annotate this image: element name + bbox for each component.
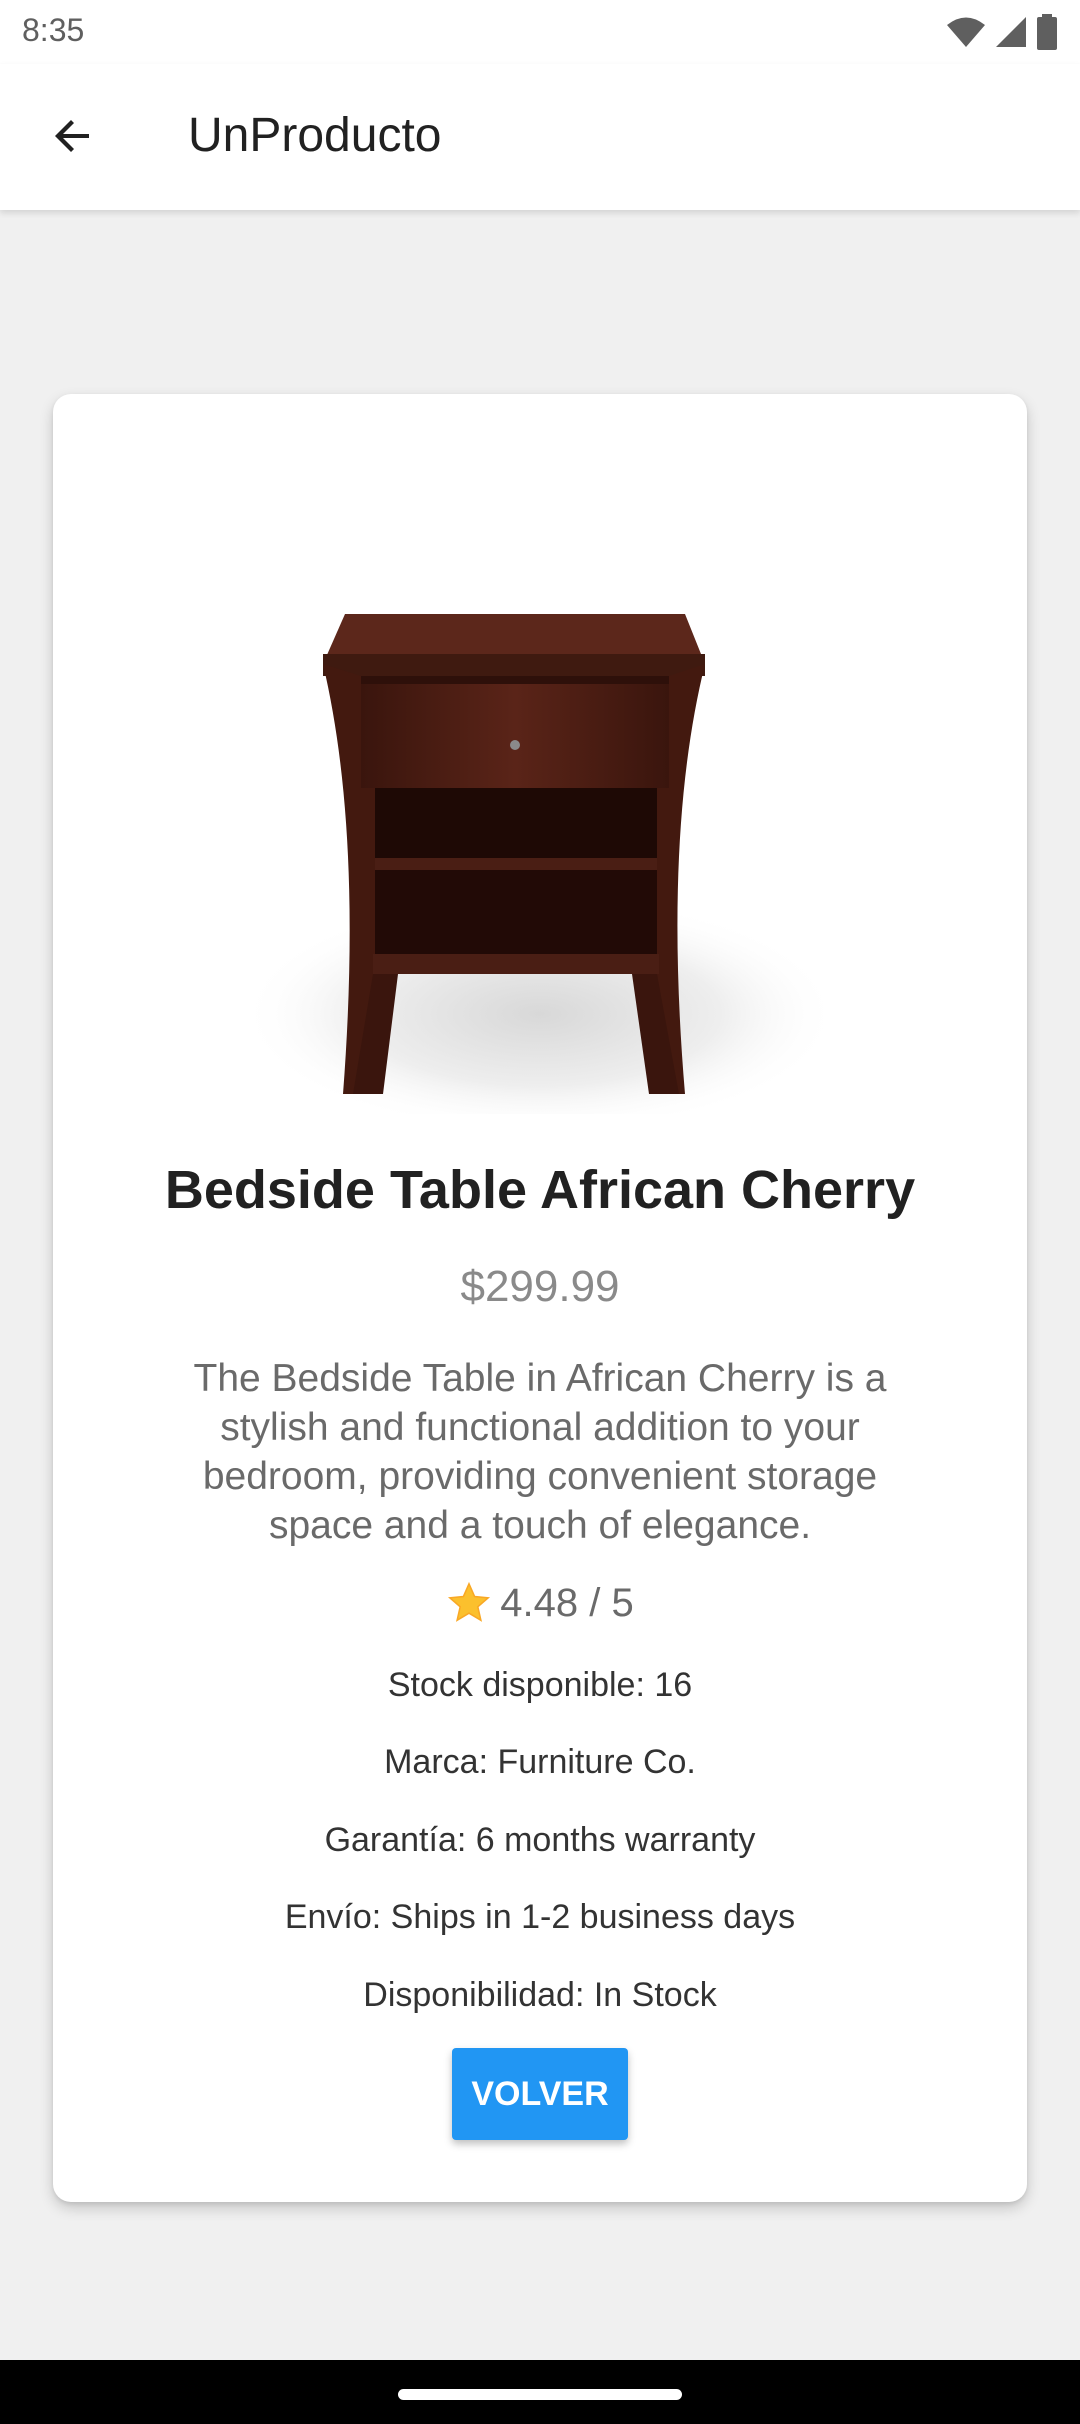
stock-info: Stock disponible: 16 bbox=[387, 1666, 693, 1704]
wifi-icon bbox=[947, 17, 985, 47]
status-icons bbox=[946, 12, 1058, 52]
availability-info: Disponibilidad: In Stock bbox=[363, 1976, 717, 2014]
home-gesture-handle[interactable] bbox=[398, 2389, 682, 2400]
arrow-back-icon bbox=[55, 120, 89, 152]
brand-info: Marca: Furniture Co. bbox=[384, 1743, 696, 1781]
battery-icon bbox=[1037, 14, 1057, 50]
product-screen: 8:35 UnProducto Bedside Table African Ch… bbox=[0, 0, 1080, 2424]
status-bar: 8:35 bbox=[0, 0, 1080, 64]
back-button[interactable] bbox=[30, 100, 116, 172]
rating-text: 4.48 / 5 bbox=[500, 1580, 634, 1625]
volver-button[interactable]: VOLVER bbox=[452, 2048, 628, 2140]
navigation-bar bbox=[0, 2360, 1080, 2424]
app-bar: UnProducto bbox=[0, 64, 1080, 210]
product-card: Bedside Table African Cherry $299.99 The… bbox=[53, 394, 1027, 2202]
product-description: The Bedside Table in African Cherry is a… bbox=[193, 1357, 887, 1547]
star-icon bbox=[448, 1581, 491, 1622]
product-price: $299.99 bbox=[460, 1262, 620, 1311]
product-image bbox=[240, 614, 840, 1114]
shipping-info: Envío: Ships in 1-2 business days bbox=[284, 1898, 796, 1936]
product-rating: 4.48 / 5 bbox=[53, 1580, 1027, 1626]
status-time: 8:35 bbox=[22, 12, 85, 48]
product-name: Bedside Table African Cherry bbox=[164, 1160, 916, 1220]
signal-icon bbox=[996, 17, 1026, 47]
page-title: UnProducto bbox=[188, 109, 442, 162]
warranty-info: Garantía: 6 months warranty bbox=[324, 1821, 756, 1859]
